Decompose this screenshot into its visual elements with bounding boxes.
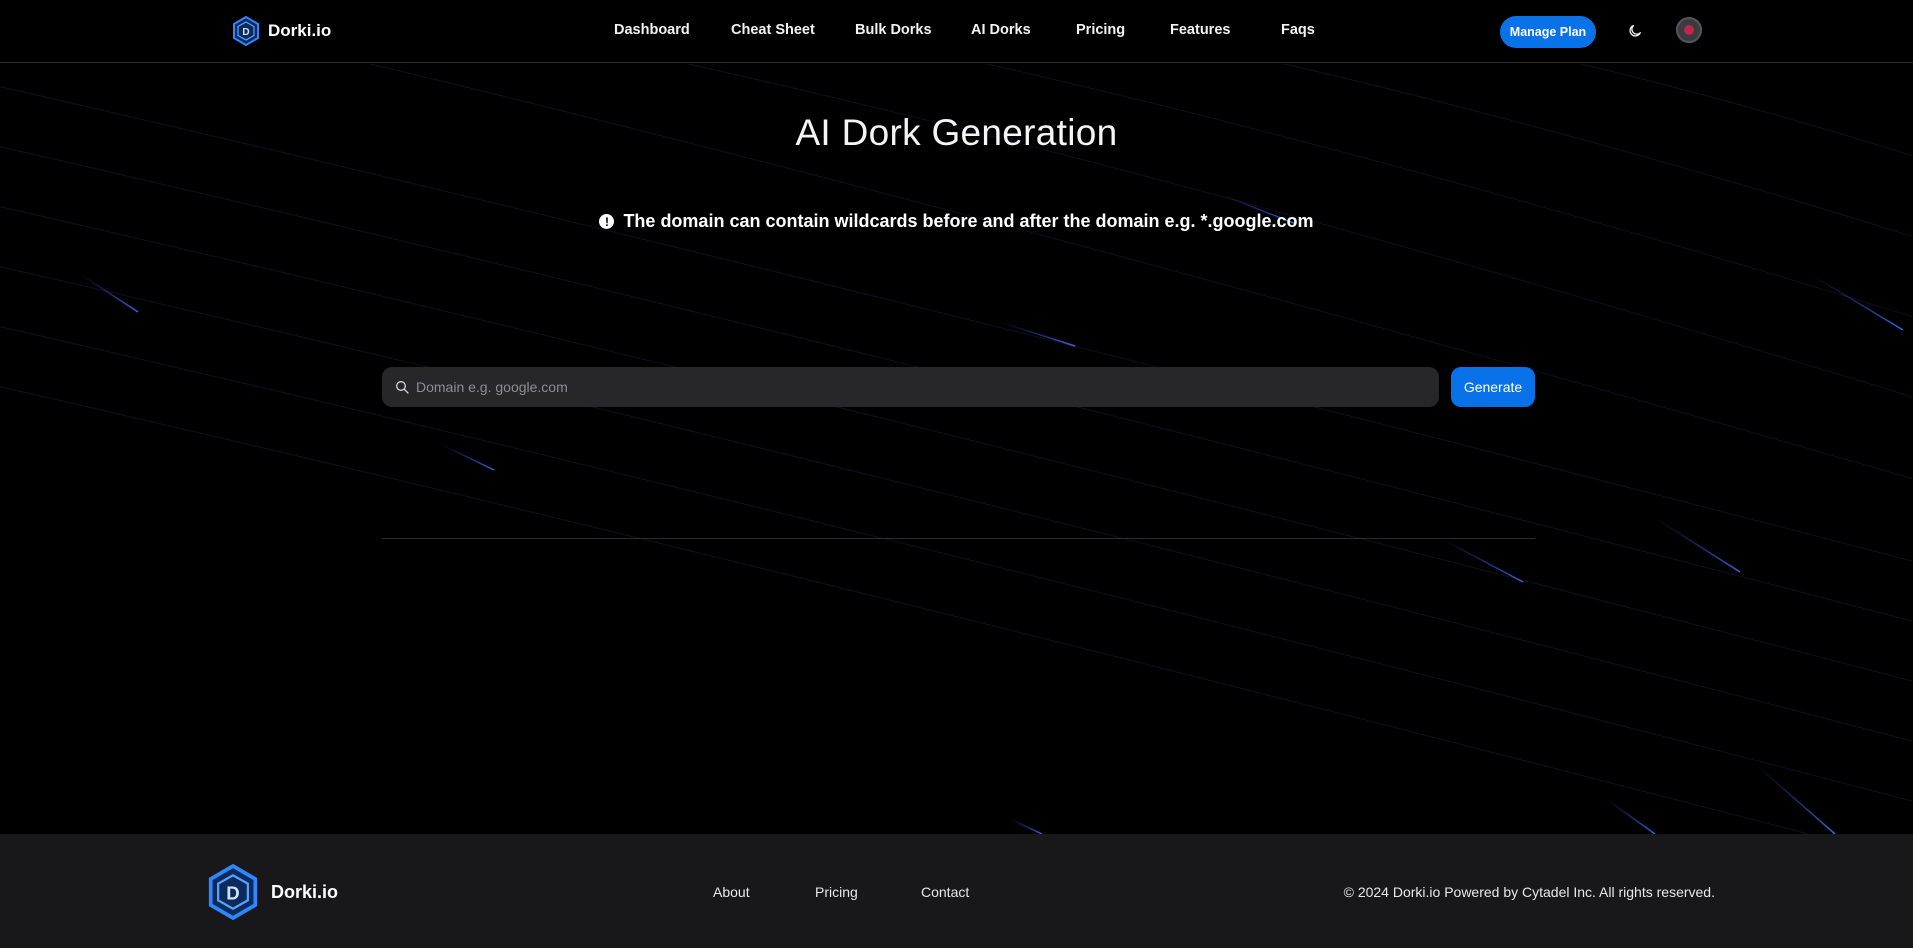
nav-ai-dorks[interactable]: AI Dorks — [971, 22, 1031, 38]
manage-plan-button[interactable]: Manage Plan — [1500, 16, 1596, 48]
nav-faqs[interactable]: Faqs — [1281, 22, 1315, 38]
main-content: AI Dork Generation ! The domain can cont… — [0, 64, 1913, 834]
user-avatar[interactable] — [1676, 17, 1702, 43]
nav-cheat-sheet[interactable]: Cheat Sheet — [731, 22, 815, 38]
theme-toggle-button[interactable] — [1624, 20, 1646, 42]
svg-text:D: D — [226, 882, 239, 903]
footer-link-pricing[interactable]: Pricing — [815, 884, 858, 900]
footer-brand-name: Dorki.io — [271, 881, 339, 902]
top-navbar: D Dorki.io Dashboard Cheat Sheet Bulk Do… — [0, 0, 1913, 63]
notice-text: The domain can contain wildcards before … — [623, 211, 1314, 231]
info-icon: ! — [599, 214, 615, 229]
page-title: AI Dork Generation — [795, 112, 1118, 153]
footer: D Dorki.io About Pricing Contact © 2024 … — [0, 834, 1913, 948]
moon-icon — [1629, 25, 1641, 37]
wildcard-notice: ! The domain can contain wildcards befor… — [0, 211, 1913, 232]
nav-features[interactable]: Features — [1170, 22, 1230, 38]
logo-icon: D — [208, 864, 258, 920]
nav-pricing[interactable]: Pricing — [1076, 22, 1125, 38]
footer-link-about[interactable]: About — [713, 884, 750, 900]
search-icon — [396, 381, 409, 394]
domain-search-box — [382, 367, 1439, 407]
copyright-text: © 2024 Dorki.io Powered by Cytadel Inc. … — [1343, 884, 1715, 900]
results-divider — [382, 538, 1535, 539]
generate-button[interactable]: Generate — [1451, 367, 1535, 407]
footer-link-contact[interactable]: Contact — [921, 884, 969, 900]
domain-input[interactable] — [416, 367, 1439, 407]
footer-brand[interactable]: D Dorki.io — [207, 864, 338, 920]
nav-dashboard[interactable]: Dashboard — [614, 22, 690, 38]
avatar-image — [1684, 25, 1694, 35]
nav-bulk-dorks[interactable]: Bulk Dorks — [855, 22, 932, 38]
